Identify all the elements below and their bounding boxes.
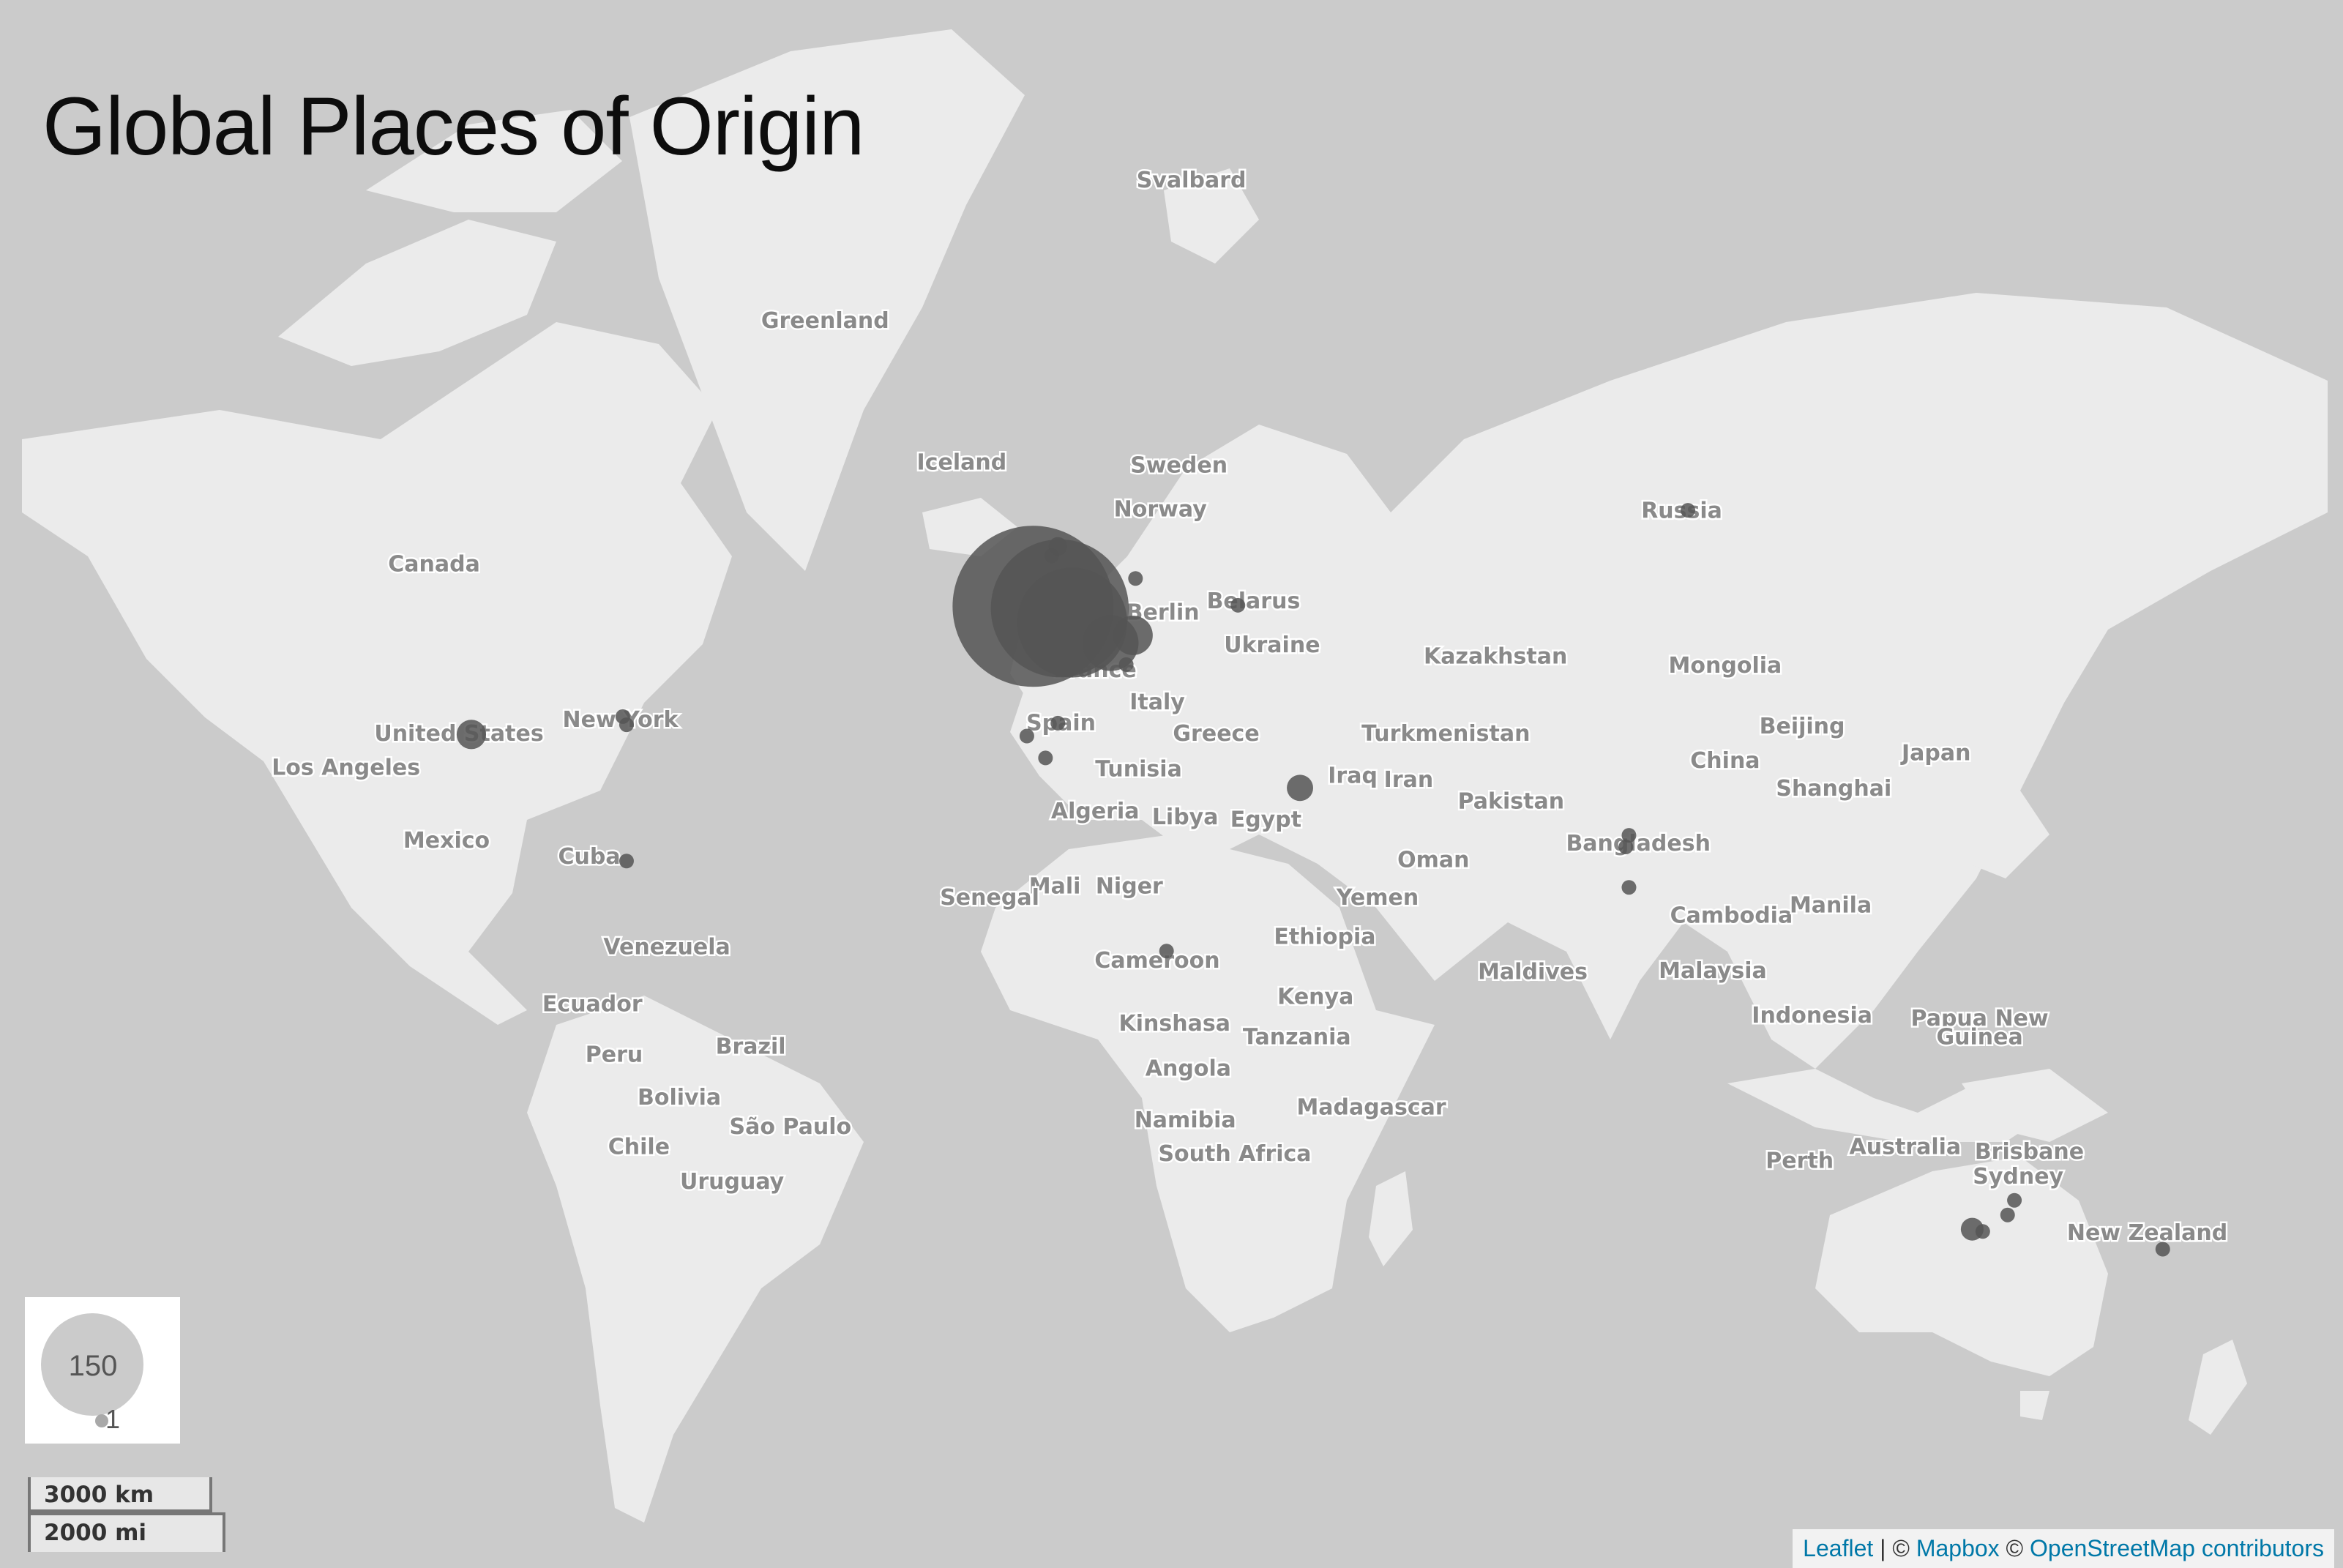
origin-bubble[interactable] [2007, 1192, 2022, 1208]
place-label: São Paulo [730, 1114, 852, 1140]
place-label: Algeria [1051, 799, 1140, 824]
origin-bubble[interactable] [1050, 715, 1066, 731]
place-label: Tunisia [1095, 756, 1182, 782]
place-label: Japan [1900, 741, 1970, 766]
legend-min-label: 1 [105, 1404, 121, 1434]
origin-bubble[interactable] [1975, 1224, 1990, 1239]
map-title: Global Places of Origin [42, 81, 864, 172]
place-label: Uruguay [680, 1169, 785, 1195]
place-label: Niger [1096, 874, 1163, 900]
size-legend: 150 1 [25, 1297, 180, 1444]
origin-bubble[interactable] [1118, 657, 1134, 672]
place-label: Cameroon [1094, 948, 1219, 974]
place-label: Mexico [403, 828, 490, 854]
place-label: Iran [1384, 767, 1434, 793]
place-label: Brazil [716, 1034, 786, 1060]
place-label: Beijing [1760, 714, 1845, 739]
place-label: Perth [1765, 1148, 1834, 1173]
place-label: Kinshasa [1119, 1011, 1230, 1037]
place-label: Tanzania [1243, 1025, 1351, 1050]
place-label: Turkmenistan [1361, 721, 1530, 747]
origin-bubble[interactable] [1113, 616, 1153, 655]
place-label: Brisbane [1975, 1139, 2084, 1165]
place-label: Mongolia [1669, 653, 1782, 679]
place-label: Libya [1152, 804, 1219, 830]
place-label: New Zealand [2067, 1220, 2227, 1246]
world-map[interactable]: SvalbardGreenlandIcelandSwedenNorwayRuss… [0, 0, 2343, 1568]
place-label: Indonesia [1752, 1003, 1872, 1028]
place-label: Cuba [558, 844, 621, 870]
place-label: Peru [586, 1042, 643, 1068]
place-label: Pakistan [1458, 789, 1564, 815]
place-label: Manila [1790, 892, 1872, 918]
place-label: Kenya [1277, 985, 1353, 1010]
place-label: Svalbard [1137, 168, 1247, 193]
place-label: Malaysia [1659, 958, 1767, 984]
origin-bubble[interactable] [456, 720, 487, 750]
origin-bubble[interactable] [2000, 1207, 2015, 1222]
origin-bubble[interactable] [1019, 728, 1034, 744]
place-label: Guinea [1936, 1025, 2022, 1050]
place-label: Bangladesh [1566, 831, 1711, 856]
place-label: Iceland [917, 450, 1007, 476]
place-label: Ukraine [1224, 632, 1320, 658]
place-label: Bolivia [638, 1085, 721, 1110]
origin-bubble[interactable] [1618, 839, 1634, 854]
place-label: Canada [388, 551, 480, 577]
place-label: Namibia [1135, 1108, 1236, 1133]
place-label: China [1690, 748, 1760, 774]
origin-bubble[interactable] [1287, 774, 1314, 802]
place-label: Italy [1129, 690, 1185, 715]
place-label: Sweden [1130, 453, 1227, 479]
place-label: Maldives [1478, 960, 1588, 985]
place-label: Ethiopia [1274, 925, 1375, 950]
scale-bar-mi: 2000 mi [28, 1512, 225, 1552]
origin-bubble[interactable] [1621, 880, 1637, 895]
map-attribution: Leaflet | © Mapbox © OpenStreetMap contr… [1793, 1529, 2334, 1568]
place-label: Cambodia [1670, 903, 1793, 928]
place-label: Norway [1114, 497, 1208, 523]
osm-link[interactable]: OpenStreetMap contributors [2030, 1535, 2324, 1561]
place-label: Angola [1146, 1056, 1231, 1082]
leaflet-link[interactable]: Leaflet [1803, 1535, 1873, 1561]
place-label: Sydney [1973, 1164, 2063, 1190]
place-label: Madagascar [1296, 1094, 1446, 1120]
origin-bubble[interactable] [1128, 571, 1143, 586]
place-label: Shanghai [1776, 776, 1891, 802]
legend-max-label: 150 [68, 1350, 118, 1382]
place-label: Senegal [940, 885, 1039, 911]
place-label: Venezuela [603, 934, 730, 960]
place-label: Los Angeles [272, 755, 420, 780]
scale-bar-km: 3000 km [28, 1477, 212, 1512]
place-label: South Africa [1158, 1141, 1311, 1167]
place-label: Yemen [1336, 885, 1419, 911]
origin-bubble[interactable] [2155, 1242, 2170, 1257]
origin-bubble[interactable] [1681, 503, 1696, 518]
place-label: Ecuador [542, 992, 643, 1018]
origin-bubble[interactable] [1044, 548, 1059, 564]
place-label: Egypt [1230, 807, 1301, 833]
origin-bubble[interactable] [619, 854, 634, 869]
origin-bubble[interactable] [619, 717, 634, 733]
place-label: Kazakhstan [1424, 643, 1567, 669]
place-label: Oman [1397, 848, 1469, 873]
attribution-sep-1: | © [1873, 1535, 1916, 1561]
origin-bubble[interactable] [1038, 750, 1053, 766]
origin-bubble[interactable] [1230, 597, 1246, 613]
place-label: Greenland [761, 308, 889, 334]
place-label: Greece [1173, 721, 1259, 747]
attribution-sep-2: © [1999, 1535, 2030, 1561]
place-label: Chile [608, 1135, 670, 1160]
mapbox-link[interactable]: Mapbox [1916, 1535, 2000, 1561]
place-label: Belarus [1207, 589, 1301, 614]
place-label: Australia [1850, 1135, 1962, 1160]
origin-bubble[interactable] [1159, 944, 1174, 959]
place-label: Iraq [1328, 764, 1378, 789]
